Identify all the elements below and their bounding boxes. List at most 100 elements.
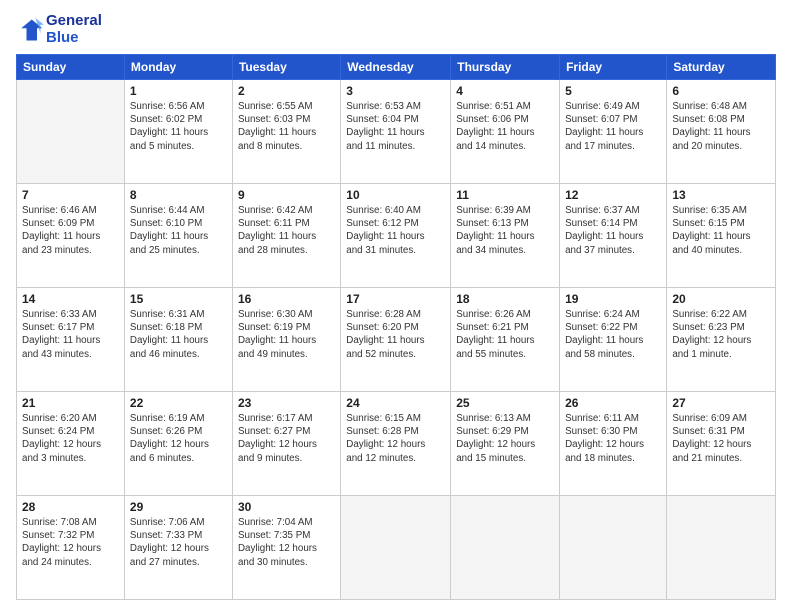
calendar-cell: 8 Sunrise: 6:44 AM Sunset: 6:10 PM Daylig… — [124, 184, 232, 288]
calendar-table: SundayMondayTuesdayWednesdayThursdayFrid… — [16, 54, 776, 600]
calendar-cell: 9 Sunrise: 6:42 AM Sunset: 6:11 PM Daylig… — [232, 184, 340, 288]
day-number: 10 — [346, 188, 445, 202]
day-number: 22 — [130, 396, 227, 410]
calendar-cell: 11 Sunrise: 6:39 AM Sunset: 6:13 PM Dayli… — [451, 184, 560, 288]
day-number: 14 — [22, 292, 119, 306]
day-info: Sunrise: 6:55 AM Sunset: 6:03 PM Dayligh… — [238, 100, 335, 153]
weekday-header: Friday — [560, 55, 667, 80]
day-number: 13 — [672, 188, 770, 202]
weekday-header: Tuesday — [232, 55, 340, 80]
calendar-cell: 24 Sunrise: 6:15 AM Sunset: 6:28 PM Dayli… — [341, 392, 451, 496]
header: General Blue — [16, 12, 776, 46]
day-info: Sunrise: 6:09 AM Sunset: 6:31 PM Dayligh… — [672, 412, 770, 465]
weekday-header-row: SundayMondayTuesdayWednesdayThursdayFrid… — [17, 55, 776, 80]
day-info: Sunrise: 6:20 AM Sunset: 6:24 PM Dayligh… — [22, 412, 119, 465]
calendar-cell: 29 Sunrise: 7:06 AM Sunset: 7:33 PM Dayli… — [124, 496, 232, 600]
day-info: Sunrise: 6:17 AM Sunset: 6:27 PM Dayligh… — [238, 412, 335, 465]
weekday-header: Sunday — [17, 55, 125, 80]
day-number: 12 — [565, 188, 661, 202]
calendar-week-row: 28 Sunrise: 7:08 AM Sunset: 7:32 PM Dayli… — [17, 496, 776, 600]
calendar-cell: 18 Sunrise: 6:26 AM Sunset: 6:21 PM Dayli… — [451, 288, 560, 392]
calendar-cell: 4Sunrise: 6:51 AM Sunset: 6:06 PM Daylig… — [451, 80, 560, 184]
day-number: 26 — [565, 396, 661, 410]
calendar-cell: 30 Sunrise: 7:04 AM Sunset: 7:35 PM Dayli… — [232, 496, 340, 600]
calendar-cell: 23 Sunrise: 6:17 AM Sunset: 6:27 PM Dayli… — [232, 392, 340, 496]
weekday-header: Wednesday — [341, 55, 451, 80]
day-info: Sunrise: 6:26 AM Sunset: 6:21 PM Dayligh… — [456, 308, 554, 361]
day-number: 8 — [130, 188, 227, 202]
calendar-cell — [341, 496, 451, 600]
day-info: Sunrise: 7:04 AM Sunset: 7:35 PM Dayligh… — [238, 516, 335, 569]
calendar-cell: 19 Sunrise: 6:24 AM Sunset: 6:22 PM Dayli… — [560, 288, 667, 392]
day-info: Sunrise: 6:39 AM Sunset: 6:13 PM Dayligh… — [456, 204, 554, 257]
day-info: Sunrise: 7:06 AM Sunset: 7:33 PM Dayligh… — [130, 516, 227, 569]
weekday-header: Saturday — [667, 55, 776, 80]
day-info: Sunrise: 6:33 AM Sunset: 6:17 PM Dayligh… — [22, 308, 119, 361]
day-info: Sunrise: 6:22 AM Sunset: 6:23 PM Dayligh… — [672, 308, 770, 361]
weekday-header: Thursday — [451, 55, 560, 80]
calendar-cell: 7 Sunrise: 6:46 AM Sunset: 6:09 PM Daylig… — [17, 184, 125, 288]
calendar-cell — [667, 496, 776, 600]
calendar-cell: 20 Sunrise: 6:22 AM Sunset: 6:23 PM Dayli… — [667, 288, 776, 392]
calendar-cell — [451, 496, 560, 600]
day-info: Sunrise: 6:49 AM Sunset: 6:07 PM Dayligh… — [565, 100, 661, 153]
day-info: Sunrise: 6:48 AM Sunset: 6:08 PM Dayligh… — [672, 100, 770, 153]
calendar-cell: 26Sunrise: 6:11 AM Sunset: 6:30 PM Dayli… — [560, 392, 667, 496]
day-info: Sunrise: 6:44 AM Sunset: 6:10 PM Dayligh… — [130, 204, 227, 257]
calendar-cell: 27 Sunrise: 6:09 AM Sunset: 6:31 PM Dayli… — [667, 392, 776, 496]
day-number: 21 — [22, 396, 119, 410]
day-info: Sunrise: 6:15 AM Sunset: 6:28 PM Dayligh… — [346, 412, 445, 465]
day-info: Sunrise: 6:56 AM Sunset: 6:02 PM Dayligh… — [130, 100, 227, 153]
calendar-cell: 17Sunrise: 6:28 AM Sunset: 6:20 PM Dayli… — [341, 288, 451, 392]
day-info: Sunrise: 6:13 AM Sunset: 6:29 PM Dayligh… — [456, 412, 554, 465]
calendar-cell: 28 Sunrise: 7:08 AM Sunset: 7:32 PM Dayli… — [17, 496, 125, 600]
calendar-cell: 12Sunrise: 6:37 AM Sunset: 6:14 PM Dayli… — [560, 184, 667, 288]
calendar-cell — [17, 80, 125, 184]
logo: General Blue — [16, 12, 102, 46]
calendar-week-row: 7 Sunrise: 6:46 AM Sunset: 6:09 PM Daylig… — [17, 184, 776, 288]
day-number: 2 — [238, 84, 335, 98]
logo-text: General Blue — [46, 12, 102, 46]
calendar-week-row: 21 Sunrise: 6:20 AM Sunset: 6:24 PM Dayli… — [17, 392, 776, 496]
calendar-cell: 13 Sunrise: 6:35 AM Sunset: 6:15 PM Dayli… — [667, 184, 776, 288]
calendar-week-row: 14 Sunrise: 6:33 AM Sunset: 6:17 PM Dayli… — [17, 288, 776, 392]
day-number: 27 — [672, 396, 770, 410]
calendar-cell: 15Sunrise: 6:31 AM Sunset: 6:18 PM Dayli… — [124, 288, 232, 392]
day-number: 18 — [456, 292, 554, 306]
calendar-cell: 10 Sunrise: 6:40 AM Sunset: 6:12 PM Dayli… — [341, 184, 451, 288]
calendar-week-row: 1Sunrise: 6:56 AM Sunset: 6:02 PM Daylig… — [17, 80, 776, 184]
calendar-cell — [560, 496, 667, 600]
day-info: Sunrise: 7:08 AM Sunset: 7:32 PM Dayligh… — [22, 516, 119, 569]
calendar-cell: 16Sunrise: 6:30 AM Sunset: 6:19 PM Dayli… — [232, 288, 340, 392]
day-number: 3 — [346, 84, 445, 98]
page: General Blue SundayMondayTuesdayWednesda… — [0, 0, 792, 612]
day-number: 20 — [672, 292, 770, 306]
calendar-cell: 3Sunrise: 6:53 AM Sunset: 6:04 PM Daylig… — [341, 80, 451, 184]
day-number: 7 — [22, 188, 119, 202]
calendar-cell: 22 Sunrise: 6:19 AM Sunset: 6:26 PM Dayli… — [124, 392, 232, 496]
logo-icon — [16, 16, 44, 44]
calendar-cell: 5Sunrise: 6:49 AM Sunset: 6:07 PM Daylig… — [560, 80, 667, 184]
day-number: 16 — [238, 292, 335, 306]
day-info: Sunrise: 6:40 AM Sunset: 6:12 PM Dayligh… — [346, 204, 445, 257]
calendar-cell: 25Sunrise: 6:13 AM Sunset: 6:29 PM Dayli… — [451, 392, 560, 496]
calendar-cell: 6Sunrise: 6:48 AM Sunset: 6:08 PM Daylig… — [667, 80, 776, 184]
day-number: 11 — [456, 188, 554, 202]
day-info: Sunrise: 6:42 AM Sunset: 6:11 PM Dayligh… — [238, 204, 335, 257]
day-number: 23 — [238, 396, 335, 410]
day-number: 15 — [130, 292, 227, 306]
day-number: 19 — [565, 292, 661, 306]
day-info: Sunrise: 6:28 AM Sunset: 6:20 PM Dayligh… — [346, 308, 445, 361]
calendar-cell: 21 Sunrise: 6:20 AM Sunset: 6:24 PM Dayli… — [17, 392, 125, 496]
day-number: 24 — [346, 396, 445, 410]
day-number: 28 — [22, 500, 119, 514]
day-info: Sunrise: 6:35 AM Sunset: 6:15 PM Dayligh… — [672, 204, 770, 257]
day-number: 30 — [238, 500, 335, 514]
day-info: Sunrise: 6:46 AM Sunset: 6:09 PM Dayligh… — [22, 204, 119, 257]
weekday-header: Monday — [124, 55, 232, 80]
day-number: 9 — [238, 188, 335, 202]
day-info: Sunrise: 6:24 AM Sunset: 6:22 PM Dayligh… — [565, 308, 661, 361]
day-info: Sunrise: 6:51 AM Sunset: 6:06 PM Dayligh… — [456, 100, 554, 153]
day-info: Sunrise: 6:19 AM Sunset: 6:26 PM Dayligh… — [130, 412, 227, 465]
day-number: 29 — [130, 500, 227, 514]
